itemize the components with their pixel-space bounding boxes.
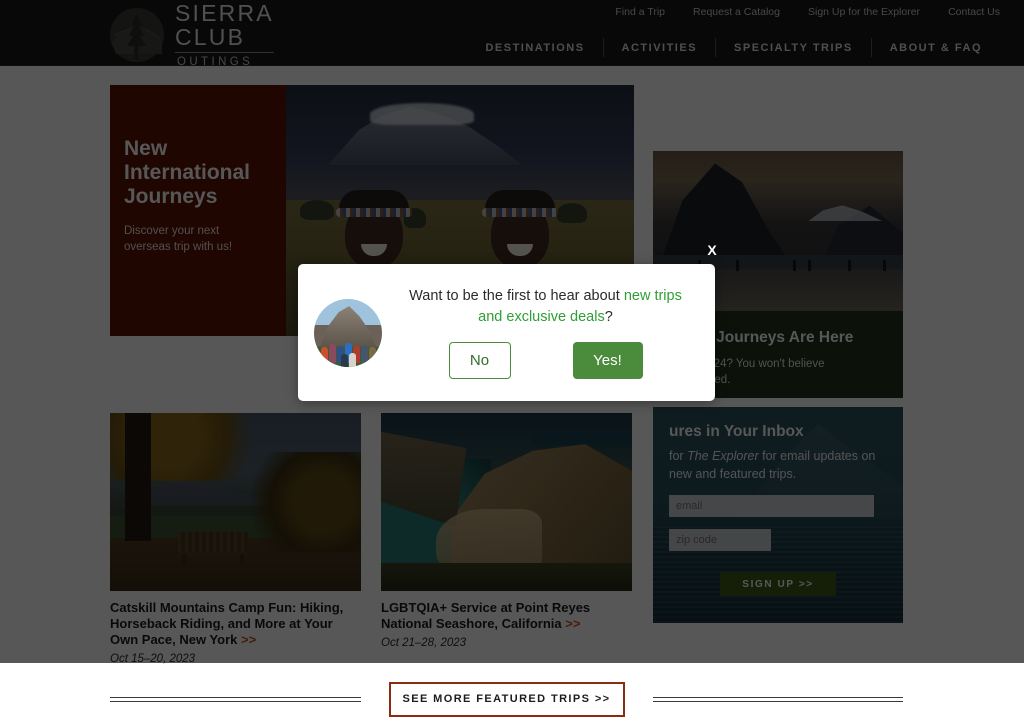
divider-left xyxy=(110,697,361,702)
modal-body: Want to be the first to hear about new t… xyxy=(394,286,697,378)
modal-no-button[interactable]: No xyxy=(449,342,511,379)
see-more-featured-trips-button[interactable]: SEE MORE FEATURED TRIPS >> xyxy=(389,682,625,717)
modal-message-part1: Want to be the first to hear about xyxy=(409,288,624,304)
modal-yes-button[interactable]: Yes! xyxy=(573,342,643,379)
divider-right xyxy=(653,697,904,702)
modal-close-icon[interactable]: X xyxy=(701,240,723,260)
modal-button-row: No Yes! xyxy=(394,342,697,379)
modal-message: Want to be the first to hear about new t… xyxy=(394,286,697,327)
see-more-row: SEE MORE FEATURED TRIPS >> xyxy=(110,678,903,720)
modal-avatar xyxy=(314,299,382,367)
newsletter-optin-modal: Want to be the first to hear about new t… xyxy=(298,264,715,401)
modal-message-part2: ? xyxy=(605,309,613,325)
